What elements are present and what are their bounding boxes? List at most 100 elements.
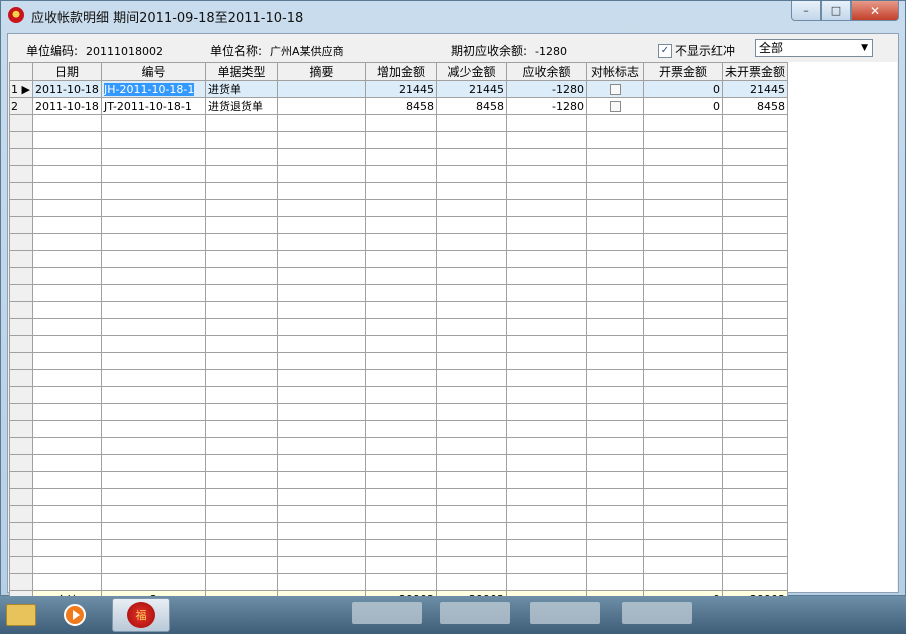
empty-cell[interactable] <box>32 454 102 472</box>
table-row-empty[interactable] <box>9 556 789 574</box>
empty-cell[interactable] <box>32 420 102 438</box>
empty-cell[interactable] <box>101 556 206 574</box>
empty-cell[interactable] <box>586 165 644 183</box>
table-row-empty[interactable] <box>9 284 789 302</box>
empty-cell[interactable] <box>101 505 206 523</box>
empty-cell[interactable] <box>586 573 644 591</box>
empty-cell[interactable] <box>721 505 789 523</box>
empty-cell[interactable] <box>643 437 723 455</box>
empty-cell[interactable] <box>586 233 644 251</box>
empty-cell[interactable] <box>436 182 507 200</box>
empty-cell[interactable] <box>643 284 723 302</box>
empty-cell[interactable] <box>721 301 789 319</box>
empty-cell[interactable] <box>436 573 507 591</box>
empty-cell[interactable] <box>643 318 723 336</box>
empty-cell[interactable] <box>101 318 206 336</box>
empty-cell[interactable] <box>205 386 278 404</box>
empty-cell[interactable] <box>277 318 366 336</box>
title-bar[interactable]: 应收帐款明细 期间2011-09-18至2011-10-18 – □ ✕ <box>1 1 905 29</box>
empty-cell[interactable] <box>365 199 437 217</box>
table-row[interactable]: 1 ▶ 2011-10-18 JH-2011-10-18-1 进货单 21445… <box>9 80 789 98</box>
empty-cell[interactable] <box>506 114 587 132</box>
empty-cell[interactable] <box>721 522 789 540</box>
row-header[interactable] <box>9 216 33 234</box>
empty-cell[interactable] <box>205 250 278 268</box>
empty-cell[interactable] <box>721 573 789 591</box>
empty-cell[interactable] <box>586 471 644 489</box>
empty-cell[interactable] <box>101 488 206 506</box>
checkbox-check-icon[interactable]: ✓ <box>658 43 672 58</box>
empty-cell[interactable] <box>586 182 644 200</box>
row-header[interactable] <box>9 471 33 489</box>
empty-cell[interactable] <box>721 165 789 183</box>
table-row-empty[interactable] <box>9 216 789 234</box>
empty-cell[interactable] <box>436 114 507 132</box>
table-row-empty[interactable] <box>9 369 789 387</box>
empty-cell[interactable] <box>205 165 278 183</box>
empty-cell[interactable] <box>586 522 644 540</box>
table-row-empty[interactable] <box>9 454 789 472</box>
empty-cell[interactable] <box>32 505 102 523</box>
empty-cell[interactable] <box>101 267 206 285</box>
empty-cell[interactable] <box>277 148 366 166</box>
table-row-empty[interactable] <box>9 114 789 132</box>
empty-cell[interactable] <box>101 454 206 472</box>
empty-cell[interactable] <box>205 131 278 149</box>
empty-cell[interactable] <box>365 114 437 132</box>
empty-cell[interactable] <box>277 403 366 421</box>
empty-cell[interactable] <box>205 522 278 540</box>
empty-cell[interactable] <box>365 165 437 183</box>
empty-cell[interactable] <box>205 335 278 353</box>
taskbar-item-media[interactable] <box>54 598 96 632</box>
empty-cell[interactable] <box>101 182 206 200</box>
empty-cell[interactable] <box>205 233 278 251</box>
cell-invoiced[interactable]: 0 <box>643 80 723 98</box>
empty-cell[interactable] <box>277 216 366 234</box>
empty-cell[interactable] <box>436 369 507 387</box>
empty-cell[interactable] <box>436 420 507 438</box>
empty-cell[interactable] <box>643 182 723 200</box>
empty-cell[interactable] <box>721 420 789 438</box>
empty-cell[interactable] <box>32 233 102 251</box>
empty-cell[interactable] <box>506 539 587 557</box>
cell-reconcile[interactable] <box>586 80 644 98</box>
empty-cell[interactable] <box>205 539 278 557</box>
empty-cell[interactable] <box>643 267 723 285</box>
cell-uninvoiced[interactable]: 21445 <box>721 80 789 98</box>
empty-cell[interactable] <box>643 352 723 370</box>
empty-cell[interactable] <box>506 471 587 489</box>
empty-cell[interactable] <box>506 148 587 166</box>
empty-cell[interactable] <box>643 335 723 353</box>
empty-cell[interactable] <box>436 250 507 268</box>
empty-cell[interactable] <box>721 267 789 285</box>
empty-cell[interactable] <box>365 318 437 336</box>
empty-cell[interactable] <box>586 114 644 132</box>
empty-cell[interactable] <box>721 284 789 302</box>
row-header[interactable] <box>9 250 33 268</box>
empty-cell[interactable] <box>721 335 789 353</box>
empty-cell[interactable] <box>205 556 278 574</box>
empty-cell[interactable] <box>365 488 437 506</box>
empty-cell[interactable] <box>101 420 206 438</box>
empty-cell[interactable] <box>101 403 206 421</box>
empty-cell[interactable] <box>205 420 278 438</box>
empty-cell[interactable] <box>365 148 437 166</box>
empty-cell[interactable] <box>586 250 644 268</box>
maximize-button[interactable]: □ <box>821 1 851 21</box>
empty-cell[interactable] <box>506 267 587 285</box>
empty-cell[interactable] <box>205 284 278 302</box>
empty-cell[interactable] <box>32 471 102 489</box>
empty-cell[interactable] <box>365 216 437 234</box>
empty-cell[interactable] <box>32 250 102 268</box>
row-header[interactable]: 1 ▶ <box>9 80 33 98</box>
empty-cell[interactable] <box>32 335 102 353</box>
reconcile-checkbox[interactable] <box>609 84 621 95</box>
table-row-empty[interactable] <box>9 471 789 489</box>
empty-cell[interactable] <box>586 403 644 421</box>
empty-cell[interactable] <box>506 233 587 251</box>
empty-cell[interactable] <box>277 352 366 370</box>
row-header[interactable] <box>9 556 33 574</box>
empty-cell[interactable] <box>506 556 587 574</box>
cell-invoiced[interactable]: 0 <box>643 97 723 115</box>
empty-cell[interactable] <box>32 318 102 336</box>
